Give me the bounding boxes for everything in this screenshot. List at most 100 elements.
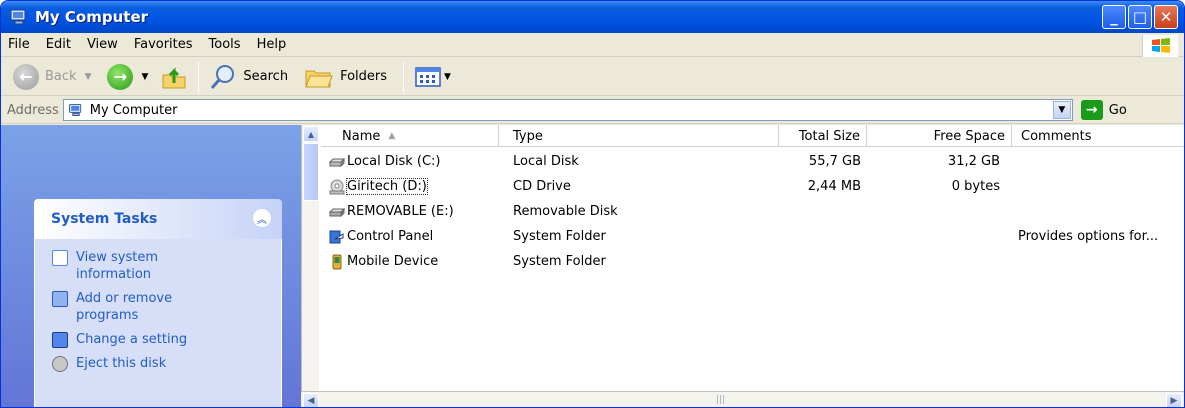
collapse-icon[interactable]: ︽ — [252, 208, 272, 228]
folders-icon — [305, 70, 333, 87]
list-item[interactable]: Control Panel System Folder Provides opt… — [321, 224, 1184, 249]
column-header-row: Name ▲ Type Total Size Free Space Commen… — [321, 125, 1184, 147]
item-total-size — [779, 199, 861, 224]
search-label: Search — [243, 69, 289, 84]
task-eject-disk[interactable]: Eject this disk — [52, 355, 281, 372]
folders-button[interactable]: Folders — [300, 61, 391, 93]
chevron-down-icon: ▼ — [1058, 105, 1066, 115]
task-label: Change a setting — [76, 332, 188, 347]
search-button[interactable]: Search — [205, 61, 292, 93]
system-tasks-header[interactable]: System Tasks ︽ — [34, 199, 282, 239]
task-change-setting[interactable]: Change a setting — [52, 331, 281, 348]
folder-up-icon — [162, 66, 186, 88]
scroll-thumb[interactable] — [303, 143, 319, 201]
item-free-space — [867, 224, 1000, 249]
window-title: My Computer — [35, 8, 149, 26]
minimize-icon: _ — [1110, 8, 1118, 26]
list-item[interactable]: Local Disk (C:) Local Disk 55,7 GB 31,2 … — [321, 149, 1184, 174]
windows-flag-icon — [1151, 38, 1170, 53]
maximize-icon: □ — [1132, 8, 1148, 26]
item-comments — [1018, 199, 1184, 224]
close-button[interactable]: ✕ — [1154, 5, 1178, 29]
column-header-name[interactable]: Name ▲ — [321, 125, 499, 147]
back-dropdown-icon[interactable]: ▼ — [85, 72, 92, 82]
task-label: Add or remove programs — [76, 291, 173, 323]
item-comments: Provides options for... — [1018, 229, 1159, 244]
folders-label: Folders — [340, 69, 388, 84]
toolbar-separator — [198, 61, 200, 92]
my-computer-icon — [10, 9, 26, 25]
item-free-space — [867, 199, 1000, 224]
menu-help[interactable]: Help — [249, 37, 295, 52]
list-item[interactable]: Mobile Device System Folder — [321, 249, 1184, 274]
list-item[interactable]: REMOVABLE (E:) Removable Disk — [321, 199, 1184, 224]
system-tasks-title: System Tasks — [51, 211, 158, 227]
control-panel-icon — [52, 332, 68, 348]
item-name: Giritech (D:) — [346, 178, 428, 195]
menu-edit[interactable]: Edit — [38, 37, 79, 52]
horizontal-scrollbar[interactable]: ◀ ||| ▶ — [301, 391, 1184, 407]
standard-toolbar: ← Back ▼ → ▼ Search Folders ▼ — [1, 58, 1184, 96]
eject-icon — [52, 356, 68, 372]
address-input[interactable]: My Computer ▼ — [62, 99, 1073, 121]
mobile-device-icon — [332, 254, 342, 269]
toolbar-separator — [403, 61, 405, 92]
minimize-button[interactable]: _ — [1102, 5, 1126, 29]
content-area: System Tasks ︽ View system information A… — [1, 125, 1184, 407]
forward-button[interactable]: → ▼ — [103, 61, 152, 93]
column-header-free-space[interactable]: Free Space — [867, 125, 1012, 147]
views-dropdown-icon[interactable]: ▼ — [444, 72, 451, 82]
menu-view[interactable]: View — [79, 37, 126, 52]
item-total-size — [779, 224, 861, 249]
menu-bar: File Edit View Favorites Tools Help — [1, 33, 1184, 57]
maximize-button[interactable]: □ — [1128, 5, 1152, 29]
item-name: REMOVABLE (E:) — [347, 204, 454, 219]
my-computer-icon — [68, 104, 81, 116]
go-arrow-icon: → — [1080, 100, 1103, 120]
scroll-up-button[interactable]: ▲ — [303, 126, 319, 142]
column-comments-label: Comments — [1021, 128, 1092, 144]
scroll-right-button[interactable]: ▶ — [1166, 393, 1182, 407]
task-label: Eject this disk — [76, 356, 167, 371]
title-bar[interactable]: My Computer _ □ ✕ — [1, 1, 1184, 33]
chevron-left-icon: ◀ — [307, 396, 315, 406]
sort-ascending-icon: ▲ — [388, 131, 396, 141]
back-button[interactable]: ← Back ▼ — [9, 61, 95, 93]
forward-dropdown-icon[interactable]: ▼ — [141, 72, 148, 82]
menu-tools[interactable]: Tools — [201, 37, 249, 52]
menu-favorites[interactable]: Favorites — [126, 37, 201, 52]
column-header-total-size[interactable]: Total Size — [779, 125, 867, 147]
task-add-remove-programs[interactable]: Add or remove programs — [52, 290, 281, 324]
address-dropdown-button[interactable]: ▼ — [1052, 101, 1071, 119]
item-name: Mobile Device — [347, 254, 439, 269]
address-value: My Computer — [89, 102, 178, 118]
go-button[interactable]: → Go — [1080, 100, 1127, 120]
item-comments — [1018, 149, 1184, 174]
item-free-space: 31,2 GB — [947, 154, 1000, 169]
list-item[interactable]: Giritech (D:) CD Drive 2,44 MB 0 bytes — [321, 174, 1184, 199]
item-type: System Folder — [513, 229, 606, 244]
item-type: CD Drive — [513, 179, 571, 194]
address-label: Address — [7, 102, 59, 118]
system-tasks-panel: System Tasks ︽ View system information A… — [34, 199, 282, 407]
removable-disk-icon — [329, 207, 345, 217]
forward-arrow-icon: → — [107, 63, 134, 90]
scroll-grip-icon: ||| — [716, 395, 726, 405]
item-comments — [1018, 174, 1184, 199]
menu-file[interactable]: File — [1, 37, 38, 52]
item-type: System Folder — [513, 254, 606, 269]
scroll-left-button[interactable]: ◀ — [303, 393, 319, 407]
item-total-size: 2,44 MB — [807, 179, 861, 194]
column-header-comments[interactable]: Comments — [1012, 125, 1184, 147]
vertical-scrollbar[interactable]: ▲ ▼ — [301, 125, 319, 407]
chevron-up-icon: ▲ — [307, 129, 315, 139]
column-header-type[interactable]: Type — [499, 125, 779, 147]
column-free-space-label: Free Space — [933, 128, 1005, 144]
column-type-label: Type — [513, 128, 543, 144]
close-icon: ✕ — [1159, 8, 1173, 26]
views-button[interactable]: ▼ — [410, 61, 455, 93]
up-button[interactable] — [156, 61, 192, 93]
item-total-size — [779, 249, 861, 274]
item-name: Local Disk (C:) — [347, 154, 441, 169]
task-view-system-info[interactable]: View system information — [52, 249, 281, 283]
